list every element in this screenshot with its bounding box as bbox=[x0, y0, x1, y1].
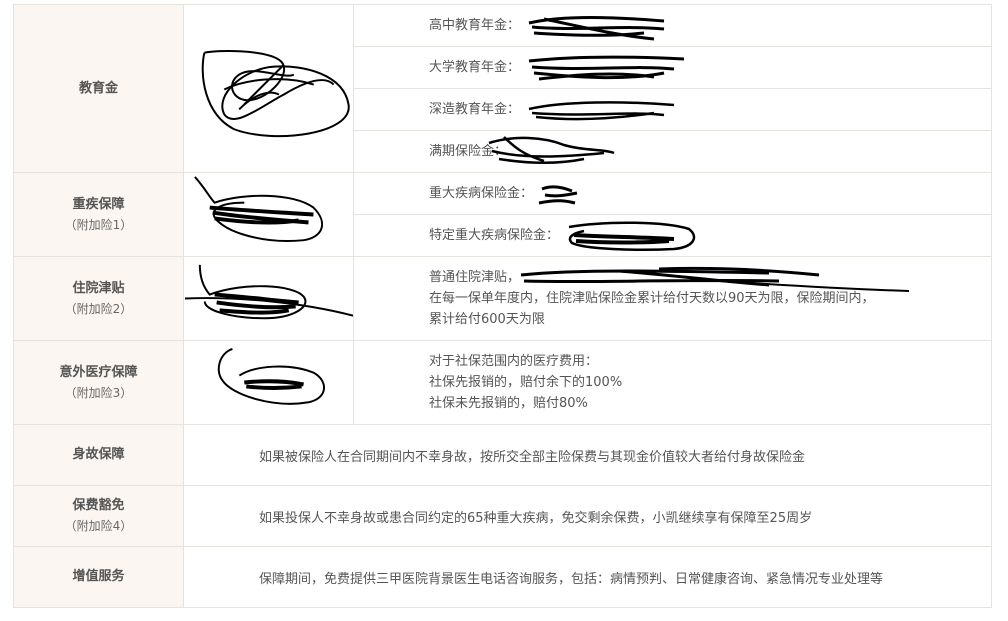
table-row: 教育金 高中教育年金： bbox=[13, 4, 992, 173]
maturity-benefit-label: 满期保险金： bbox=[429, 144, 508, 159]
waiver-text: 如果投保人不幸身故或患合同约定的65种重大疾病，免交剩余保费，小凯继续享有保障至… bbox=[259, 510, 813, 526]
value-added-text: 保障期间，免费提供三甲医院背景医生电话咨询服务，包括：病情预判、日常健康咨询、紧… bbox=[259, 571, 884, 587]
category-death: 身故保障 bbox=[13, 424, 184, 486]
table-row: 意外医疗保障 （附加险3） 对于社保范围内的医疗费用： 社保先报销的，赔付余下的… bbox=[13, 340, 992, 425]
category-hospital: 住院津贴 （附加险2） bbox=[13, 256, 184, 341]
handwritten-scribble bbox=[201, 49, 350, 138]
redaction-scribble bbox=[538, 185, 578, 205]
category-label: 教育金 bbox=[78, 80, 118, 96]
redacted-value-cell bbox=[183, 4, 354, 173]
detail-death: 如果被保险人在合同期间内不幸身故，按所交全部主险保费与其现金价值较大者给付身故保… bbox=[183, 424, 992, 486]
advanced-annuity-label: 深造教育年金： bbox=[429, 102, 521, 117]
table-row: 住院津贴 （附加险2） 普通住院津贴， 在每一保单年度内，住院津贴保险金累计给付… bbox=[13, 256, 992, 341]
critical-illness-benefit-label: 重大疾病保险金： bbox=[429, 186, 534, 201]
table-row: 保费豁免 （附加险4） 如果投保人不幸身故或患合同约定的65种重大疾病，免交剩余… bbox=[13, 485, 992, 547]
category-label: 保费豁免 bbox=[72, 498, 125, 513]
hospital-line-1: 普通住院津贴， bbox=[429, 270, 521, 285]
handwritten-scribble bbox=[184, 264, 353, 320]
redaction-scribble bbox=[488, 136, 615, 164]
university-annuity-label: 大学教育年金： bbox=[429, 60, 521, 75]
detail-accident: 对于社保范围内的医疗费用： 社保先报销的，赔付余下的100% 社保未先报销的，赔… bbox=[353, 340, 992, 425]
hospital-line-3: 累计给付600天为限 bbox=[429, 312, 545, 327]
detail-critical-illness: 重大疾病保险金： bbox=[353, 172, 992, 215]
table-row: 增值服务 保障期间，免费提供三甲医院背景医生电话咨询服务，包括：病情预判、日常健… bbox=[13, 546, 992, 608]
category-label: 身故保障 bbox=[72, 447, 125, 462]
category-label: 意外医疗保障 bbox=[59, 364, 138, 380]
highschool-annuity-label: 高中教育年金： bbox=[429, 18, 521, 33]
accident-line-1: 对于社保范围内的医疗费用： bbox=[429, 354, 599, 369]
redacted-value-cell bbox=[183, 256, 354, 341]
category-critical-illness: 重疾保障 （附加险1） bbox=[13, 172, 184, 257]
category-label: 住院津贴 bbox=[72, 280, 125, 296]
redacted-value-cell bbox=[183, 172, 354, 257]
category-accident: 意外医疗保障 （附加险3） bbox=[13, 340, 184, 425]
table-row: 身故保障 如果被保险人在合同期间内不幸身故，按所交全部主险保费与其现金价值较大者… bbox=[13, 424, 992, 486]
benefit-table: 教育金 高中教育年金： 大学教育年金： 深造教育年金： 满期保险金： 重疾保障 … bbox=[13, 4, 992, 608]
handwritten-scribble bbox=[217, 347, 325, 405]
redacted-value-cell bbox=[183, 340, 354, 425]
detail-maturity: 满期保险金： bbox=[353, 130, 992, 173]
category-sub: （附加险1） bbox=[64, 217, 133, 232]
detail-waiver: 如果投保人不幸身故或患合同约定的65种重大疾病，免交剩余保费，小凯继续享有保障至… bbox=[183, 485, 992, 547]
handwritten-scribble bbox=[194, 176, 324, 242]
specific-illness-benefit-label: 特定重大疾病保险金： bbox=[429, 228, 560, 243]
category-waiver: 保费豁免 （附加险4） bbox=[13, 485, 184, 547]
redaction-scribble bbox=[568, 221, 696, 251]
detail-specific-illness: 特定重大疾病保险金： bbox=[353, 214, 992, 257]
category-label: 重疾保障 bbox=[72, 196, 125, 212]
category-sub: （附加险2） bbox=[64, 301, 133, 316]
accident-line-3: 社保未先报销的，赔付80% bbox=[429, 396, 588, 411]
category-value-added: 增值服务 bbox=[13, 546, 184, 608]
table-row: 重疾保障 （附加险1） 重大疾病保险金： bbox=[13, 172, 992, 257]
category-sub: （附加险3） bbox=[64, 385, 133, 400]
detail-advanced-study: 深造教育年金： bbox=[353, 88, 992, 131]
category-education: 教育金 bbox=[13, 4, 184, 173]
accident-line-2: 社保先报销的，赔付余下的100% bbox=[429, 375, 623, 390]
redaction-scribble bbox=[528, 101, 675, 121]
redaction-scribble bbox=[528, 16, 665, 41]
category-sub: （附加险4） bbox=[64, 519, 133, 533]
detail-highschool: 高中教育年金： bbox=[353, 4, 992, 47]
hospital-line-2: 在每一保单年度内，住院津贴保险金累计给付天数以90天为限，保险期间内， bbox=[429, 291, 875, 306]
category-label: 增值服务 bbox=[72, 569, 125, 584]
death-benefit-text: 如果被保险人在合同期间内不幸身故，按所交全部主险保费与其现金价值较大者给付身故保… bbox=[259, 449, 806, 465]
detail-value-added: 保障期间，免费提供三甲医院背景医生电话咨询服务，包括：病情预判、日常健康咨询、紧… bbox=[183, 546, 992, 608]
detail-university: 大学教育年金： bbox=[353, 46, 992, 89]
detail-hospital: 普通住院津贴， 在每一保单年度内，住院津贴保险金累计给付天数以90天为限，保险期… bbox=[353, 256, 992, 341]
redaction-scribble bbox=[528, 55, 685, 81]
